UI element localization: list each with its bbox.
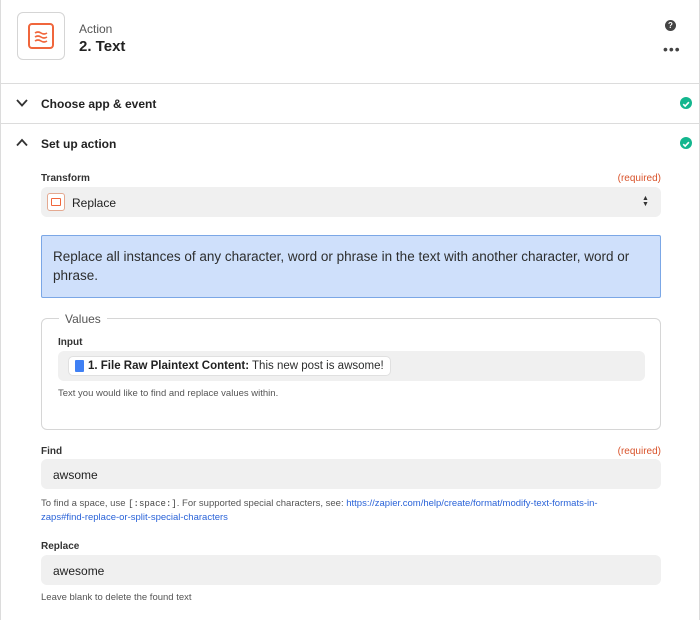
transform-label: Transform (41, 173, 90, 184)
find-help-prefix: To find a space, use (41, 498, 126, 509)
special-characters-link-cont[interactable]: zaps#find-replace-or-split-special-chara… (41, 512, 228, 523)
find-label: Find (41, 446, 63, 457)
replace-value: awesome (53, 564, 105, 578)
step-panel: Action 2. Text ? ••• Choose app & event … (0, 0, 700, 620)
step-title: 2. Text (79, 38, 126, 55)
google-doc-icon (75, 360, 84, 372)
special-characters-link[interactable]: https://zapier.com/help/create/format/mo… (346, 498, 597, 509)
token-source: 1. File Raw Plaintext Content: (88, 360, 250, 372)
section-choose-app-event[interactable]: Choose app & event (1, 84, 699, 124)
formatter-mini-icon (47, 193, 65, 211)
transform-select[interactable]: Replace ▲ ▼ (41, 187, 661, 217)
chevron-down-icon (16, 99, 28, 107)
find-help-middle: . For supported special characters, see: (176, 498, 344, 509)
section-label-setup: Set up action (41, 137, 117, 151)
section-set-up-action[interactable]: Set up action (1, 124, 699, 164)
transform-value: Replace (72, 196, 117, 210)
chevron-up-icon (16, 138, 28, 147)
input-token[interactable]: 1. File Raw Plaintext Content: This new … (68, 356, 391, 376)
transform-required: (required) (617, 173, 661, 184)
replace-label: Replace (41, 541, 80, 552)
select-arrows-icon: ▲ ▼ (642, 195, 649, 208)
replace-help: Leave blank to delete the found text (41, 592, 192, 603)
formatter-app-icon (17, 12, 65, 60)
input-help: Text you would like to find and replace … (58, 388, 279, 399)
find-required: (required) (617, 446, 661, 457)
find-value: awsome (53, 468, 98, 482)
find-input[interactable]: awsome (41, 459, 661, 489)
replace-input[interactable]: awesome (41, 555, 661, 585)
find-help: To find a space, use [:space:]. For supp… (41, 497, 661, 525)
help-icon[interactable]: ? (665, 20, 676, 31)
input-label: Input (58, 337, 83, 348)
check-complete-icon (680, 97, 692, 109)
find-help-code: [:space:] (128, 499, 177, 509)
check-complete-icon (680, 137, 692, 149)
step-kind-label: Action (79, 22, 113, 36)
token-value: This new post is awsome! (252, 360, 384, 372)
more-options-icon[interactable]: ••• (663, 42, 681, 56)
transform-description: Replace all instances of any character, … (41, 235, 661, 298)
step-header: Action 2. Text ? ••• (1, 0, 699, 84)
section-label-choose: Choose app & event (41, 97, 157, 111)
values-legend: Values (59, 312, 107, 326)
